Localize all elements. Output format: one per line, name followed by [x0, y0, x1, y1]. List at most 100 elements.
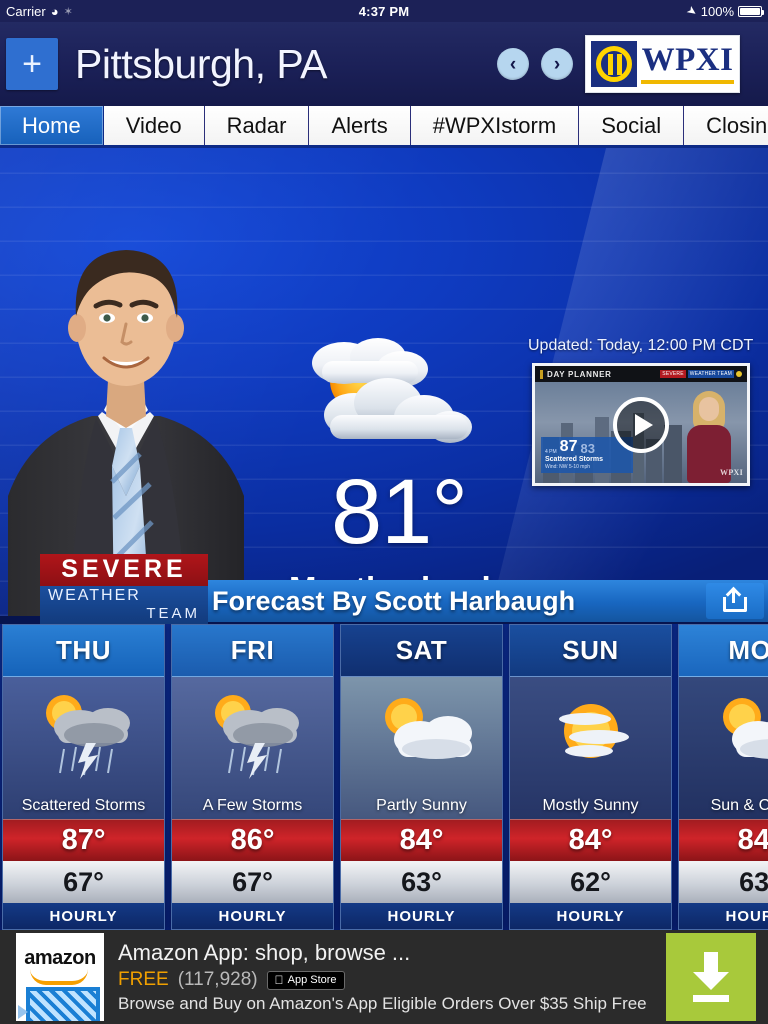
video-temp: 87: [559, 438, 578, 455]
video-condition: Scattered Storms: [545, 456, 603, 463]
app-header: + Pittsburgh, PA ‹ › WPXI: [0, 22, 768, 106]
app-store-label: App Store: [278, 973, 337, 986]
apple-icon: : [275, 974, 284, 986]
page-title: Pittsburgh, PA: [75, 40, 328, 87]
forecast-card-thu[interactable]: THU Scattered Storms 87° 67° HOURLY: [2, 624, 165, 930]
partly-sunny-icon: [362, 687, 482, 779]
forecast-condition: Mostly Sunny: [542, 797, 639, 814]
tab-home[interactable]: Home: [0, 106, 104, 145]
video-team-badge: WEATHER TEAM: [687, 370, 734, 378]
forecast-high: 84°: [341, 819, 502, 861]
ad-banner[interactable]: amazon Amazon App: shop, browse ... FREE…: [0, 930, 768, 1024]
wpxi-logo[interactable]: WPXI: [585, 35, 740, 93]
video-title: DAY PLANNER: [547, 369, 612, 379]
mostly-sunny-icon: [531, 687, 651, 779]
battery-percent-label: 100%: [700, 3, 734, 19]
forecast-day-label: MON: [679, 625, 768, 677]
ad-play-icon: [18, 1005, 28, 1019]
forecast-day-label: FRI: [172, 625, 333, 677]
share-icon: [723, 590, 747, 612]
weather-label: WEATHER: [48, 587, 141, 604]
ad-description: Browse and Buy on Amazon's App Eligible …: [118, 994, 647, 1013]
location-arrow-icon: ➤: [683, 2, 700, 20]
ad-price: FREE: [118, 969, 169, 990]
amazon-wordmark: amazon: [24, 947, 96, 969]
shopping-cart-icon: [26, 987, 100, 1021]
forecast-byline: Forecast By Scott Harbaugh: [212, 585, 576, 616]
clock-label: 4:37 PM: [358, 3, 410, 19]
download-icon: [689, 952, 733, 1002]
wpxi-wordmark: WPXI: [641, 42, 734, 78]
sun-behind-cloud-icon: [282, 333, 482, 468]
status-bar-right: ➤ 100%: [683, 2, 764, 20]
forecast-day-label: SAT: [341, 625, 502, 677]
forecast-high: 84°: [510, 819, 671, 861]
tab-alerts[interactable]: Alerts: [309, 106, 411, 145]
forecast-card-mon[interactable]: MON Sun & Clouds 84° 63° HOURLY: [678, 624, 768, 930]
forecast-card-sat[interactable]: SAT Partly Sunny 84° 63° HOURLY: [340, 624, 503, 930]
forecast-low: 62°: [510, 861, 671, 903]
forecast-high: 87°: [3, 819, 164, 861]
tab-wpxistorm[interactable]: #WPXIstorm: [410, 106, 580, 145]
ad-title: Amazon App: shop, browse ...: [118, 940, 411, 965]
forecast-card-sun[interactable]: SUN Mostly Sunny 84° 62° HOURLY: [509, 624, 672, 930]
hourly-button[interactable]: HOURLY: [679, 903, 768, 929]
tab-bar: Home Video Radar Alerts #WPXIstorm Socia…: [0, 106, 768, 148]
tab-closings[interactable]: Closings: [684, 106, 768, 145]
wpxi-rule: [641, 80, 734, 84]
hourly-button[interactable]: HOURLY: [172, 903, 333, 929]
thunderstorm-icon: [24, 687, 144, 779]
forecast-low: 63°: [679, 861, 768, 903]
forecast-condition: Sun & Clouds: [710, 797, 768, 814]
wpxi-monogram-icon: [591, 41, 637, 87]
video-temp-secondary: 83: [580, 441, 595, 456]
hourly-button[interactable]: HOURLY: [510, 903, 671, 929]
tab-social[interactable]: Social: [579, 106, 685, 145]
team-label: TEAM: [146, 605, 200, 622]
forecast-low: 67°: [3, 861, 164, 903]
tab-video[interactable]: Video: [103, 106, 205, 145]
battery-icon: [738, 5, 764, 17]
hourly-button[interactable]: HOURLY: [3, 903, 164, 929]
header-actions: ‹ › WPXI: [497, 35, 768, 93]
video-now-label: 4 PM: [545, 449, 557, 455]
status-bar: Carrier ◕ ✶ 4:37 PM ➤ 100%: [0, 0, 768, 22]
video-top-bar: DAY PLANNER SEVERE WEATHER TEAM: [535, 366, 747, 382]
forecast-condition: A Few Storms: [202, 797, 303, 814]
ad-body: Amazon App: shop, browse ... FREE (117,9…: [104, 940, 666, 1014]
tab-radar[interactable]: Radar: [204, 106, 310, 145]
add-location-button[interactable]: +: [6, 38, 58, 90]
thunderstorm-icon: [193, 687, 313, 779]
hourly-button[interactable]: HOURLY: [341, 903, 502, 929]
five-day-forecast[interactable]: THU Scattered Storms 87° 67° HOURLY FRI …: [0, 624, 768, 930]
forecast-banner-bar[interactable]: Forecast By Scott Harbaugh: [160, 580, 768, 622]
forecast-day-label: THU: [3, 625, 164, 677]
app-store-badge:  App Store: [266, 970, 345, 990]
forecast-low: 67°: [172, 861, 333, 903]
forecast-high: 84°: [679, 819, 768, 861]
forecast-condition: Scattered Storms: [21, 797, 146, 814]
updated-timestamp: Updated: Today, 12:00 PM CDT: [528, 337, 754, 354]
severe-label: SEVERE: [40, 554, 208, 586]
forecast-high: 86°: [172, 819, 333, 861]
forecast-day-label: SUN: [510, 625, 671, 677]
video-severe-badge: SEVERE: [660, 370, 686, 378]
ad-download-button[interactable]: [666, 933, 756, 1021]
next-location-button[interactable]: ›: [541, 48, 573, 80]
forecast-banner: Forecast By Scott Harbaugh SEVERE WEATHE…: [0, 554, 768, 625]
sun-and-clouds-icon: [700, 687, 768, 779]
amazon-app-icon: amazon: [16, 933, 104, 1021]
forecast-card-fri[interactable]: FRI A Few Storms 86° 67° HOURLY: [171, 624, 334, 930]
current-temperature: 81°: [330, 461, 468, 563]
forecast-condition: Partly Sunny: [376, 797, 467, 814]
play-icon[interactable]: [613, 396, 669, 453]
share-button[interactable]: [706, 583, 764, 619]
prev-location-button[interactable]: ‹: [497, 48, 529, 80]
severe-weather-team-badge: SEVERE WEATHER TEAM: [40, 554, 208, 625]
forecast-low: 63°: [341, 861, 502, 903]
app-screen: Carrier ◕ ✶ 4:37 PM ➤ 100% + Pittsburgh,…: [0, 0, 768, 1024]
current-conditions-panel: Updated: Today, 12:00 PM CDT 4 PM 87 83: [0, 148, 768, 616]
ad-rating-count: (117,928): [177, 969, 258, 990]
video-logo-dot-icon: [736, 371, 742, 377]
amazon-smile-icon: [30, 969, 88, 985]
